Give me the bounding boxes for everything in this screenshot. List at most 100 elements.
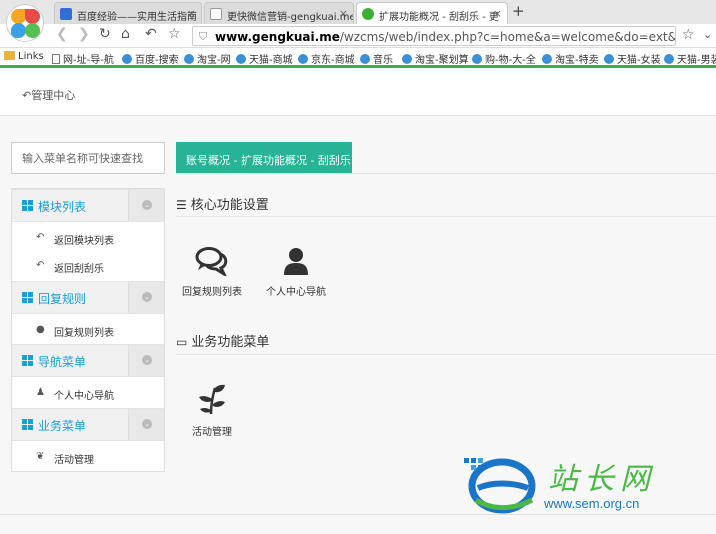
forward-arrow-icon[interactable]: ❯ [78,26,90,42]
management-center-link[interactable]: ↶管理中心 [22,87,75,103]
activity-management-tile[interactable]: 活动管理 [186,382,238,438]
browser-tab-baidu[interactable]: 百度经验——实用生活指南 × [54,2,202,24]
home-icon[interactable]: ⌂ [121,26,130,42]
tab-close-icon[interactable]: × [493,7,502,20]
bookmark-item[interactable]: 淘宝-网 [184,51,231,65]
security-shield-icon: ⛉ [199,30,208,43]
ie-icon [184,54,194,64]
undo-icon[interactable]: ↶ [145,26,157,42]
sidebar-item-activity-management[interactable]: ❦ 活动管理 [12,443,164,471]
back-arrow-icon[interactable]: ❮ [56,26,68,42]
business-section-title: ▭ 业务功能菜单 [176,335,270,350]
sidebar-section-reply-rules[interactable]: 回复规则 ⌄ [12,281,164,314]
comments-icon [195,247,228,279]
sidebar-section-nav-menu[interactable]: 导航菜单 ⌄ [12,344,164,377]
section-title: 导航菜单 [38,355,87,369]
leaf-icon: ❦ [36,451,45,462]
url-host: www.gengkuai.me [215,30,340,44]
section-divider [176,354,716,355]
content-top-divider [176,173,716,174]
ie-icon [298,54,308,64]
sidebar-section-modules[interactable]: 模块列表 ⌄ [12,189,164,222]
reply-arrow-icon: ↶ [22,89,32,102]
ie-icon [472,54,482,64]
tab-title: 扩展功能概况 - 刮刮乐 - 更 [379,12,499,23]
section-title: 模块列表 [38,200,87,214]
wechat-favicon-icon [362,8,374,20]
section-toggle[interactable]: ⌄ [128,190,164,221]
collapse-circle-icon: ⌄ [142,292,152,302]
browser-logo-icon[interactable] [6,4,44,42]
sidebar-item-back-scratch[interactable]: ↶ 返回刮刮乐 [12,252,164,280]
user-icon: ♟ [36,387,45,398]
bookmark-item[interactable]: 购-物-大-全 [472,51,536,65]
sidebar-menu: 模块列表 ⌄ ↶ 返回模块列表 ↶ 返回刮刮乐 回复规则 ⌄ ● 回复规则列表 … [11,188,165,472]
watermark-url: www.sem.org.cn [544,496,640,511]
sidebar-item-personal-nav[interactable]: ♟ 个人中心导航 [12,379,164,407]
tab-title: 百度经验——实用生活指南 [77,12,197,23]
bookmark-item[interactable]: 天猫-商城 [236,51,293,65]
tab-close-icon[interactable]: × [187,7,196,20]
collapse-circle-icon: ⌄ [142,200,152,210]
url-path: /wzcms/web/index.php?c=home&a=welcome&do… [339,30,676,44]
page-header: ↶管理中心 [0,71,716,116]
ie-icon [122,54,132,64]
browser-tab-bar: 百度经验——实用生活指南 × 更快微信营销-gengkuai.me × 扩展功能… [0,0,716,24]
desktop-icon: ▭ [176,335,188,349]
section-divider [176,216,716,217]
bookmark-star-icon[interactable]: ☆ [168,26,181,42]
ie-icon [360,54,370,64]
tab-close-icon[interactable]: × [339,7,348,20]
sidebar-item-reply-list[interactable]: ● 回复规则列表 [12,316,164,344]
collapse-circle-icon: ⌄ [142,419,152,429]
grid-icon [22,419,33,430]
ie-icon [236,54,246,64]
ie-icon [604,54,614,64]
ie-icon [402,54,412,64]
leaf-icon [199,384,225,415]
bookmark-item[interactable]: 淘宝-特卖 [542,51,599,65]
bookmark-item[interactable]: 京东-商城 [298,51,355,65]
site-watermark: 站长网 www.sem.org.cn [462,452,702,522]
grid-icon [22,355,33,366]
ie-icon [664,54,674,64]
list-icon: ☰ [176,198,187,212]
sidebar-item-back-modules[interactable]: ↶ 返回模块列表 [12,224,164,252]
watermark-name: 站长网 [548,462,656,497]
browser-tab-active[interactable]: 扩展功能概况 - 刮刮乐 - 更 × [356,2,508,24]
url-input[interactable]: ⛉ www.gengkuai.me/wzcms/web/index.php?c=… [192,26,676,46]
page-icon [52,54,60,64]
bookmark-item[interactable]: 天猫-女装 [604,51,661,65]
chevron-down-icon[interactable]: ⌄ [703,28,712,41]
menu-search-input[interactable] [11,142,165,174]
grid-icon [22,292,33,303]
personal-center-tile[interactable]: 个人中心导航 [262,246,330,298]
bookmark-links[interactable]: Links [4,51,44,62]
section-title: 回复规则 [38,292,87,306]
bookmark-item[interactable]: 天猫-男装 [664,51,716,65]
page-favicon-icon [210,8,222,20]
sidebar-section-business-menu[interactable]: 业务菜单 ⌄ [12,408,164,441]
collapse-circle-icon: ⌄ [142,355,152,365]
bookmark-item[interactable]: 网-址-导-航 [52,51,114,65]
section-toggle[interactable]: ⌄ [128,409,164,440]
baidu-favicon-icon [60,8,72,20]
bookmark-item[interactable]: 音乐 [360,51,393,65]
reply-rules-tile[interactable]: 回复规则列表 [178,246,246,298]
favorite-star-icon[interactable]: ☆ [682,27,695,43]
section-toggle[interactable]: ⌄ [128,282,164,313]
tab-title: 更快微信营销-gengkuai.me [227,12,354,23]
section-toggle[interactable]: ⌄ [128,345,164,376]
grid-icon [22,200,33,211]
new-tab-button[interactable]: + [512,2,525,20]
address-bar: ❮ ❯ ↻ ⌂ ↶ ☆ ⛉ www.gengkuai.me/wzcms/web/… [0,24,716,48]
folder-icon [4,51,15,60]
core-section-title: ☰ 核心功能设置 [176,198,269,213]
breadcrumb: 账号概况 - 扩展功能概况 - 刮刮乐 [176,142,352,174]
reload-icon[interactable]: ↻ [99,26,111,42]
user-icon [284,248,308,275]
browser-tab-gengkuai[interactable]: 更快微信营销-gengkuai.me × [204,2,354,24]
bookmark-item[interactable]: 百度-搜索 [122,51,179,65]
bookmark-item[interactable]: 淘宝-聚划算 [402,51,469,65]
ie-icon [542,54,552,64]
